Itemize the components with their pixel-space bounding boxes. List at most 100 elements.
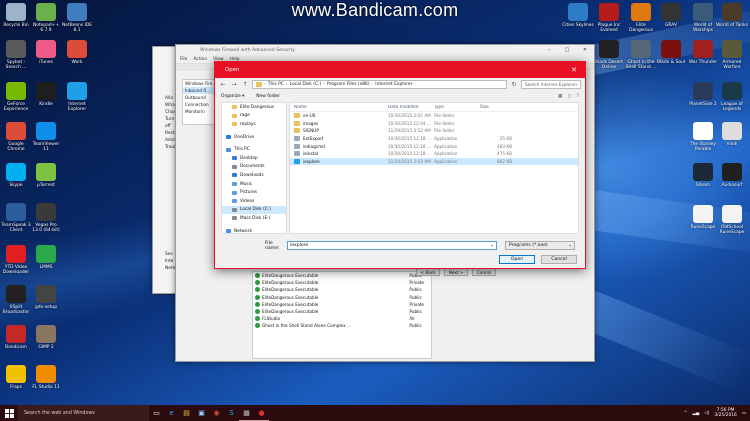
refresh-icon[interactable]: ↻	[510, 81, 518, 88]
rule-row[interactable]: FLStudio All	[253, 315, 431, 322]
breadcrumb-program-files[interactable]: Program Files (x86)	[327, 82, 370, 87]
rule-row[interactable]: EliteDangerous ExecutablePublic	[253, 272, 431, 279]
file-explorer-icon[interactable]: ▤	[179, 405, 194, 421]
desktop-icon[interactable]: YTD Video Downloader	[0, 245, 32, 275]
file-row[interactable]: images 10/30/2015 12:04 ... File folder	[290, 120, 578, 128]
rule-row[interactable]: EliteDangerous ExecutablePublic	[253, 308, 431, 315]
desktop-icon[interactable]: GRAV	[655, 3, 687, 28]
desktop-icon[interactable]: FL Studio 11	[30, 365, 62, 390]
desktop-icon[interactable]: Work	[61, 40, 93, 65]
nav-item[interactable]: Pictures	[222, 188, 286, 197]
menu-file[interactable]: File	[180, 57, 187, 62]
desktop-icon[interactable]: World of Warships	[687, 3, 719, 33]
desktop-icon[interactable]: Skype	[0, 163, 32, 188]
desktop-icon[interactable]: The Stanley Parable	[687, 122, 719, 152]
menu-action[interactable]: Action	[193, 57, 207, 62]
desktop-icon[interactable]: GIMP 2	[30, 325, 62, 350]
file-row[interactable]: iediagcmd 10/30/2015 12:18 ... Application…	[290, 142, 578, 150]
nav-item[interactable]: Local Disk (C:)	[222, 205, 286, 215]
breadcrumb-local-disk[interactable]: Local Disk (C:)	[290, 82, 322, 87]
volume-icon[interactable]: ◁)	[704, 411, 709, 416]
rule-row[interactable]: EliteDangerous Executable Private	[253, 279, 431, 286]
desktop-icon[interactable]: Recycle Bin	[0, 3, 32, 28]
file-row[interactable]: SIGNUP 11/29/2015 3:52 AM File folder	[290, 127, 578, 135]
desktop-icon[interactable]: Audiosurf	[716, 163, 748, 188]
nav-item[interactable]: rage	[222, 112, 286, 121]
clock[interactable]: 7:56 PM 3/25/2016	[714, 408, 737, 418]
new-folder-button[interactable]: New folder	[256, 94, 280, 99]
firewall-icon[interactable]: ▦	[239, 405, 254, 421]
maximize-icon[interactable]: □	[558, 45, 576, 55]
desktop-icon[interactable]: Black Desert Online	[593, 40, 625, 70]
up-arrow-icon[interactable]: ↑	[241, 81, 249, 88]
nav-item[interactable]: Elite Dangerous	[222, 103, 286, 112]
desktop-icon[interactable]: LMMS	[30, 245, 62, 270]
windows-start-icon[interactable]	[0, 405, 18, 421]
task-view-icon[interactable]: ▭	[149, 405, 164, 421]
back-button[interactable]: < Back	[416, 268, 440, 276]
desktop-icon[interactable]: Internet Explorer	[61, 82, 93, 112]
desktop-icon[interactable]: NetBeans IDE 8.1	[61, 3, 93, 33]
desktop-icon[interactable]: XSplit Broadcaster	[0, 285, 32, 315]
desktop-icon[interactable]: Bandicam	[0, 325, 32, 350]
column-size[interactable]: Size	[480, 105, 516, 110]
filetype-select[interactable]: Programs (*.exe) ⌄	[505, 241, 575, 250]
back-arrow-icon[interactable]: ←	[219, 81, 227, 88]
desktop-icon[interactable]: RuneScape	[687, 205, 719, 230]
open-dialog[interactable]: Open ✕ ← → ↑ › This PC › Local Disk (C:)…	[214, 61, 586, 269]
help-icon[interactable]: ?	[577, 94, 579, 99]
open-dialog-titlebar[interactable]: Open ✕	[215, 62, 585, 78]
desktop-icon[interactable]: Steam	[687, 163, 719, 188]
desktop-icon[interactable]: TeamViewer 11	[30, 122, 62, 152]
nav-item[interactable]: Documents	[222, 163, 286, 172]
taskbar-search-box[interactable]: Search the web and Windows	[18, 405, 149, 421]
file-row[interactable]: ExtExport 10/30/2015 12:18 ... Application…	[290, 135, 578, 143]
desktop-icon[interactable]: Cities Skylines	[562, 3, 594, 28]
desktop-icon[interactable]: Spybot - Search ...	[0, 40, 32, 70]
desktop-icon[interactable]: Blade & Soul	[655, 40, 687, 65]
desktop-icon[interactable]: Elite Dangerous	[625, 3, 657, 33]
nav-item[interactable]: Downloads	[222, 171, 286, 180]
desktop-icon[interactable]: Notepad++ 6.7.9	[30, 3, 62, 33]
desktop-icon[interactable]: Kindle	[30, 82, 62, 107]
rule-row[interactable]: Ghost in the Shell Stand Alone Complex .…	[253, 322, 431, 329]
chrome-icon[interactable]: ◉	[209, 405, 224, 421]
rule-row[interactable]: EliteDangerous ExecutablePublic	[253, 286, 431, 293]
cancel-button[interactable]: Cancel	[541, 255, 577, 264]
desktop-icon[interactable]: Google Chrome	[0, 122, 32, 152]
breadcrumb-internet-explorer[interactable]: Internet Explorer	[375, 82, 412, 87]
file-row[interactable]: en-US 10/30/2015 2:02 AM File folder	[290, 112, 578, 120]
skype-icon[interactable]: S	[224, 405, 239, 421]
desktop-icon[interactable]: OldSchool RuneScape	[716, 205, 748, 235]
column-date-modified[interactable]: Date modified	[388, 105, 434, 110]
bandicam-icon[interactable]: ●	[254, 405, 269, 421]
rule-row[interactable]: EliteDangerous Executable Private	[253, 301, 431, 308]
minimize-icon[interactable]: –	[540, 45, 558, 55]
next-button[interactable]: Next >	[444, 268, 468, 276]
desktop-icon[interactable]: iTunes	[30, 40, 62, 65]
desktop-icon[interactable]: Vindi	[716, 122, 748, 147]
nav-item[interactable]: Network	[222, 227, 286, 233]
preview-pane-icon[interactable]: ▯	[568, 94, 570, 99]
filename-input[interactable]: iexplore ⌄	[287, 241, 497, 250]
organize-button[interactable]: Organize ▾	[221, 94, 244, 99]
search-input[interactable]: Search Internet Explorer ⌕	[521, 80, 581, 89]
desktop-icon[interactable]: PlanetSide 2	[687, 82, 719, 107]
nav-item[interactable]: Videos	[222, 197, 286, 206]
column-type[interactable]: Type	[434, 105, 480, 110]
desktop-icon[interactable]: League of Legends	[716, 82, 748, 112]
store-icon[interactable]: ▣	[194, 405, 209, 421]
nav-item[interactable]: Mass Disk (E:)	[222, 214, 286, 223]
desktop-icon[interactable]: Plague Inc Evolved	[593, 3, 625, 33]
nav-item[interactable]: Music	[222, 180, 286, 189]
close-icon[interactable]: ✕	[576, 45, 594, 55]
rule-row[interactable]: EliteDangerous ExecutablePublic	[253, 294, 431, 301]
address-bar[interactable]: › This PC › Local Disk (C:) › Program Fi…	[252, 80, 507, 89]
desktop-icon[interactable]: War Thunder	[687, 40, 719, 65]
desktop-icon[interactable]: GeForce Experience	[0, 82, 32, 112]
tray-arrow-icon[interactable]: ^	[684, 411, 688, 416]
desktop-icon[interactable]: TeamSpeak 3 Client	[0, 203, 32, 233]
column-name[interactable]: Name	[290, 105, 388, 110]
view-options-icon[interactable]: ▦	[558, 94, 562, 99]
chevron-down-icon[interactable]: ⌄	[490, 243, 494, 248]
